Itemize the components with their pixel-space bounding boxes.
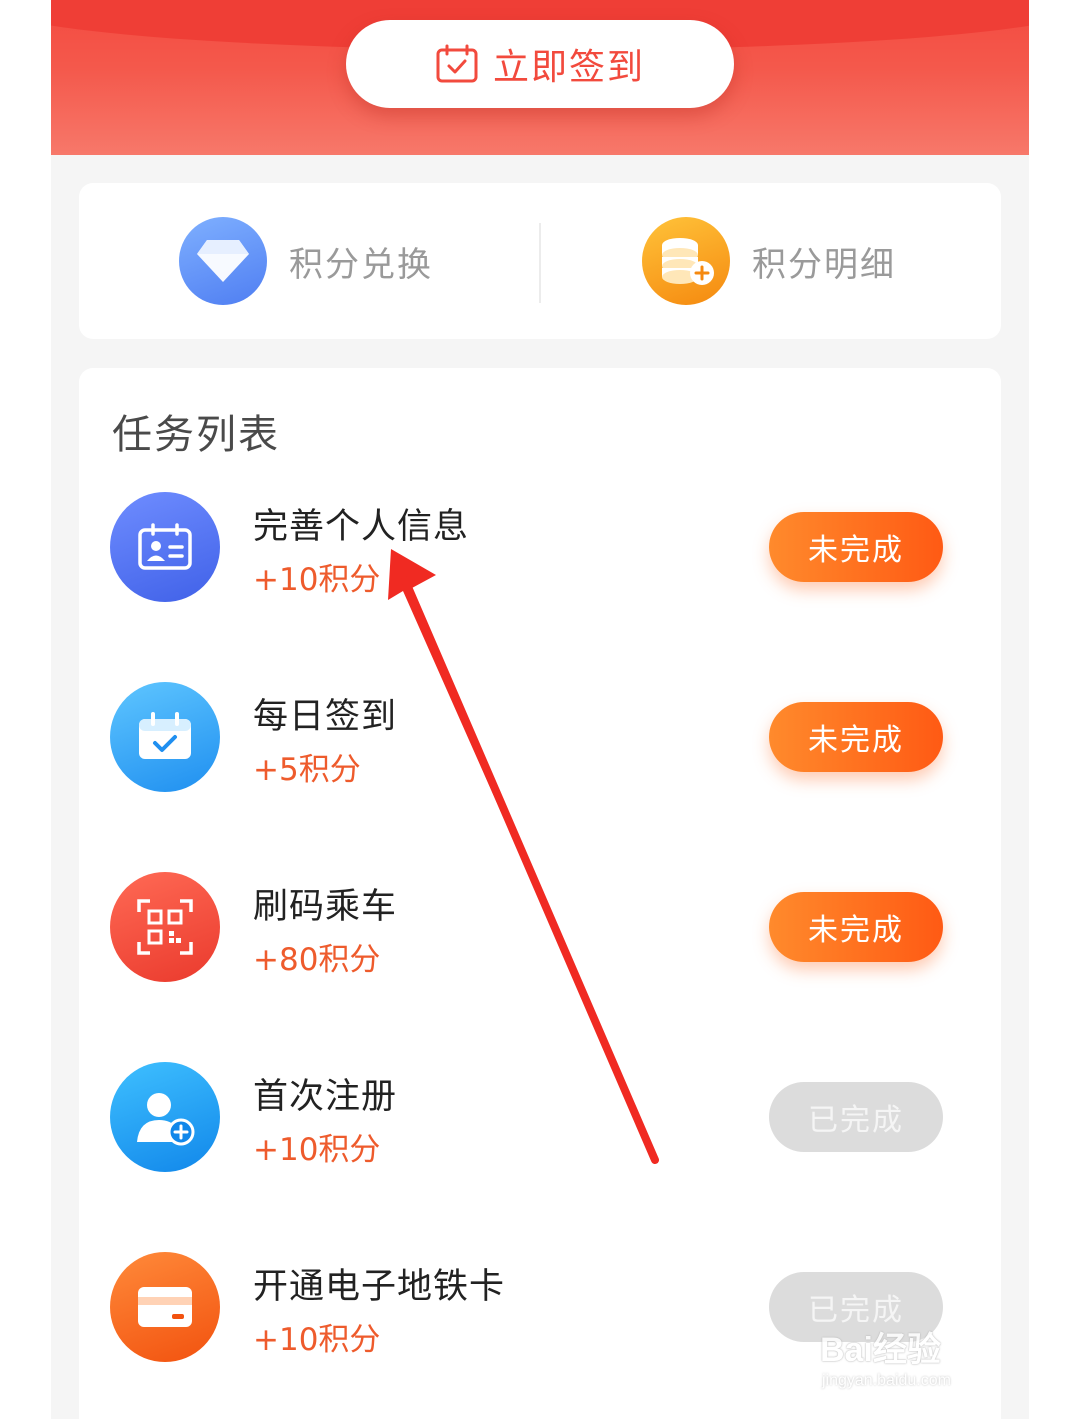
header-banner: 立即签到 <box>51 0 1029 155</box>
task-row-complete-profile: 完善个人信息 +10积分 未完成 <box>79 492 1001 612</box>
card-icon <box>110 1252 220 1362</box>
task-status-button[interactable]: 已完成 <box>769 1082 943 1152</box>
task-row-metro-card: 开通电子地铁卡 +10积分 已完成 <box>79 1252 1001 1372</box>
task-list-card: 任务列表 完善个人信息 +10积分 未完成 每日签到 +5积分 未完成 刷码乘车… <box>79 368 1001 1419</box>
user-add-icon <box>110 1062 220 1172</box>
task-name: 开通电子地铁卡 <box>253 1267 506 1307</box>
task-status-button[interactable]: 未完成 <box>769 512 943 582</box>
task-name: 每日签到 <box>253 697 398 737</box>
points-card: 积分兑换 积分明细 <box>79 183 1001 339</box>
sign-in-button[interactable]: 立即签到 <box>346 20 734 108</box>
task-status-button[interactable]: 未完成 <box>769 892 943 962</box>
points-detail-entry[interactable]: 积分明细 <box>642 183 896 339</box>
task-status-button[interactable]: 未完成 <box>769 702 943 772</box>
task-points: +10积分 <box>253 1322 381 1358</box>
sign-in-label: 立即签到 <box>492 47 645 88</box>
points-exchange-label: 积分兑换 <box>289 244 433 285</box>
qr-scan-icon <box>110 872 220 982</box>
task-row-first-register: 首次注册 +10积分 已完成 <box>79 1062 1001 1182</box>
task-row-scan-ride: 刷码乘车 +80积分 未完成 <box>79 872 1001 992</box>
calendar-check-icon <box>436 44 478 83</box>
task-points: +10积分 <box>253 562 381 598</box>
calendar-check-icon <box>110 682 220 792</box>
points-detail-label: 积分明细 <box>752 244 896 285</box>
task-list-title: 任务列表 <box>112 412 280 458</box>
coin-stack-icon <box>642 217 730 305</box>
task-name: 完善个人信息 <box>253 507 470 547</box>
task-points: +10积分 <box>253 1132 381 1168</box>
points-divider <box>539 223 541 303</box>
id-card-icon <box>110 492 220 602</box>
diamond-icon <box>179 217 267 305</box>
task-name: 刷码乘车 <box>253 887 398 927</box>
task-name: 首次注册 <box>253 1077 398 1117</box>
points-exchange-entry[interactable]: 积分兑换 <box>179 183 433 339</box>
task-status-button[interactable]: 已完成 <box>769 1272 943 1342</box>
task-points: +80积分 <box>253 942 381 978</box>
task-row-daily-checkin: 每日签到 +5积分 未完成 <box>79 682 1001 802</box>
task-points: +5积分 <box>253 752 361 788</box>
app-screen: 立即签到 积分兑换 积分明细 任务列表 完善个人信息 +10积分 未完成 每日签… <box>51 0 1029 1419</box>
